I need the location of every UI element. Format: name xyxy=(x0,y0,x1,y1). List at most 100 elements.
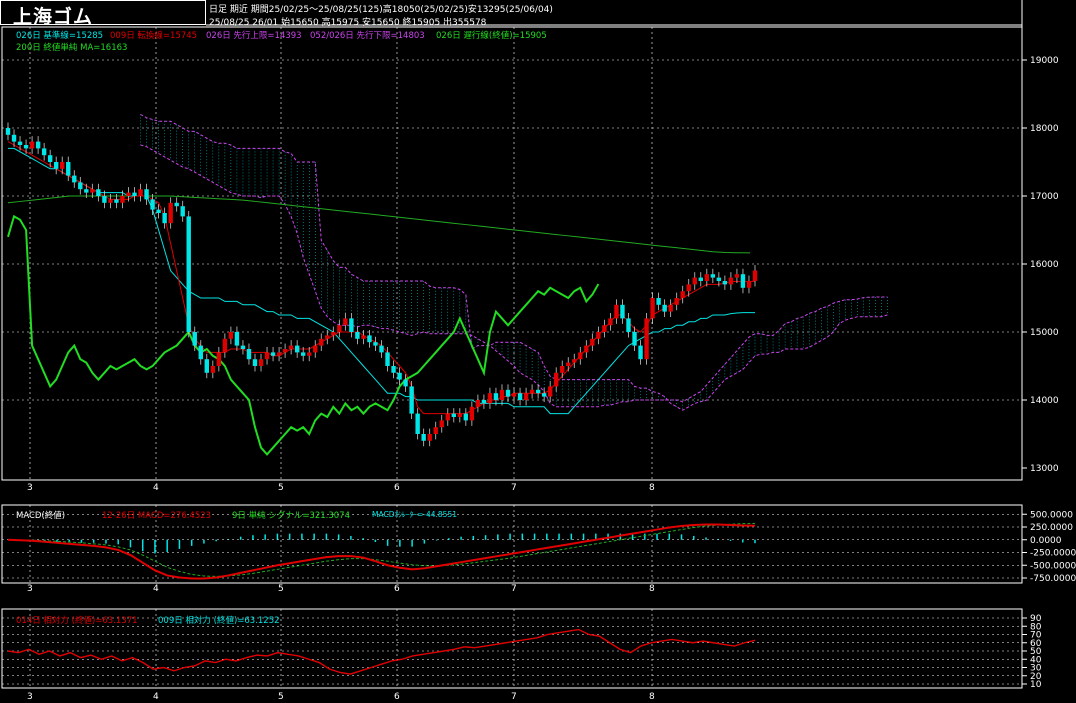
candlestick[interactable] xyxy=(487,393,493,404)
chart-canvas[interactable]: 3 3 3 4 4 4 5 5 5 6 6 6 7 7 7 8 8 8 19000 18000 17000 16000 15… xyxy=(0,0,1076,703)
candlestick[interactable] xyxy=(680,291,685,298)
candlestick[interactable] xyxy=(493,393,499,400)
candlestick[interactable] xyxy=(264,352,270,360)
candlestick[interactable] xyxy=(313,345,318,353)
candlestick[interactable] xyxy=(650,298,655,319)
candlestick[interactable] xyxy=(379,345,384,353)
candlestick[interactable] xyxy=(216,352,222,366)
candlestick[interactable] xyxy=(746,281,752,288)
candlestick[interactable] xyxy=(300,352,306,356)
candlestick[interactable] xyxy=(439,420,444,428)
candlestick[interactable] xyxy=(590,338,595,346)
candlestick[interactable] xyxy=(132,192,137,196)
candlestick[interactable] xyxy=(511,393,517,397)
candlestick[interactable] xyxy=(234,332,240,346)
candlestick[interactable] xyxy=(355,332,360,339)
candlestick[interactable] xyxy=(325,335,330,339)
candlestick[interactable] xyxy=(457,413,463,417)
candlestick[interactable] xyxy=(752,270,758,281)
candlestick[interactable] xyxy=(240,345,246,349)
candlestick[interactable] xyxy=(716,277,722,281)
candlestick[interactable] xyxy=(722,281,728,285)
candlestick[interactable] xyxy=(686,284,691,292)
candlestick[interactable] xyxy=(668,304,673,312)
candlestick[interactable] xyxy=(162,213,167,224)
candlestick[interactable] xyxy=(535,389,541,394)
candlestick[interactable] xyxy=(674,298,679,305)
candlestick[interactable] xyxy=(180,206,185,217)
candlestick[interactable] xyxy=(505,389,511,397)
candlestick[interactable] xyxy=(35,141,41,149)
candlestick[interactable] xyxy=(469,406,475,421)
candlestick[interactable] xyxy=(174,202,179,207)
candlestick[interactable] xyxy=(47,155,53,162)
candlestick[interactable] xyxy=(114,199,119,203)
candlestick[interactable] xyxy=(78,182,83,190)
candlestick[interactable] xyxy=(608,318,613,326)
candlestick[interactable] xyxy=(138,189,143,196)
candlestick[interactable] xyxy=(23,145,29,149)
candlestick[interactable] xyxy=(415,413,420,434)
candlestick[interactable] xyxy=(270,352,276,356)
candlestick[interactable] xyxy=(433,427,438,434)
candlestick[interactable] xyxy=(282,349,288,353)
candlestick[interactable] xyxy=(445,413,450,421)
candlestick[interactable] xyxy=(307,352,312,356)
candlestick[interactable] xyxy=(29,141,35,149)
candlestick[interactable] xyxy=(192,332,197,346)
candlestick[interactable] xyxy=(331,332,336,336)
candlestick[interactable] xyxy=(96,189,101,196)
candlestick[interactable] xyxy=(343,318,348,326)
candlestick[interactable] xyxy=(120,196,125,203)
candlestick[interactable] xyxy=(337,325,342,332)
candlestick[interactable] xyxy=(620,304,625,319)
candlestick[interactable] xyxy=(222,338,228,353)
candlestick[interactable] xyxy=(319,338,324,346)
candlestick[interactable] xyxy=(210,366,216,373)
candlestick[interactable] xyxy=(198,345,203,360)
candlestick[interactable] xyxy=(228,332,234,339)
candlestick[interactable] xyxy=(186,216,191,332)
candlestick[interactable] xyxy=(728,277,734,285)
candlestick[interactable] xyxy=(367,335,372,343)
candlestick[interactable] xyxy=(252,359,258,366)
candlestick[interactable] xyxy=(523,393,529,400)
candlestick[interactable] xyxy=(578,352,583,360)
candlestick[interactable] xyxy=(168,202,173,224)
candlestick[interactable] xyxy=(294,345,300,353)
candlestick[interactable] xyxy=(560,366,565,373)
candlestick[interactable] xyxy=(53,162,59,169)
candlestick[interactable] xyxy=(475,400,481,407)
candlestick[interactable] xyxy=(614,304,619,319)
candlestick[interactable] xyxy=(403,379,408,387)
candlestick[interactable] xyxy=(698,277,703,281)
candlestick[interactable] xyxy=(391,366,396,373)
candlestick[interactable] xyxy=(421,434,426,441)
candlestick[interactable] xyxy=(541,393,547,397)
candlestick[interactable] xyxy=(258,359,264,366)
candlestick[interactable] xyxy=(481,400,487,404)
candlestick[interactable] xyxy=(566,362,571,366)
candlestick[interactable] xyxy=(90,189,95,193)
candlestick[interactable] xyxy=(626,318,631,332)
candlestick[interactable] xyxy=(60,162,65,169)
candlestick[interactable] xyxy=(41,148,47,156)
candlestick[interactable] xyxy=(361,335,366,339)
candlestick[interactable] xyxy=(150,199,155,210)
candlestick[interactable] xyxy=(632,332,637,346)
candlestick[interactable] xyxy=(499,389,505,400)
candlestick[interactable] xyxy=(126,192,131,196)
candlestick[interactable] xyxy=(349,318,354,332)
candlestick[interactable] xyxy=(704,274,710,281)
candlestick[interactable] xyxy=(662,304,667,312)
candlestick[interactable] xyxy=(463,413,469,421)
candlestick[interactable] xyxy=(84,189,89,193)
candlestick[interactable] xyxy=(656,298,661,305)
candlestick[interactable] xyxy=(710,274,716,278)
candlestick[interactable] xyxy=(547,386,553,397)
candlestick[interactable] xyxy=(529,389,535,394)
candlestick[interactable] xyxy=(451,413,456,417)
candlestick[interactable] xyxy=(373,342,378,346)
candlestick[interactable] xyxy=(517,393,523,400)
candlestick[interactable] xyxy=(5,128,11,135)
